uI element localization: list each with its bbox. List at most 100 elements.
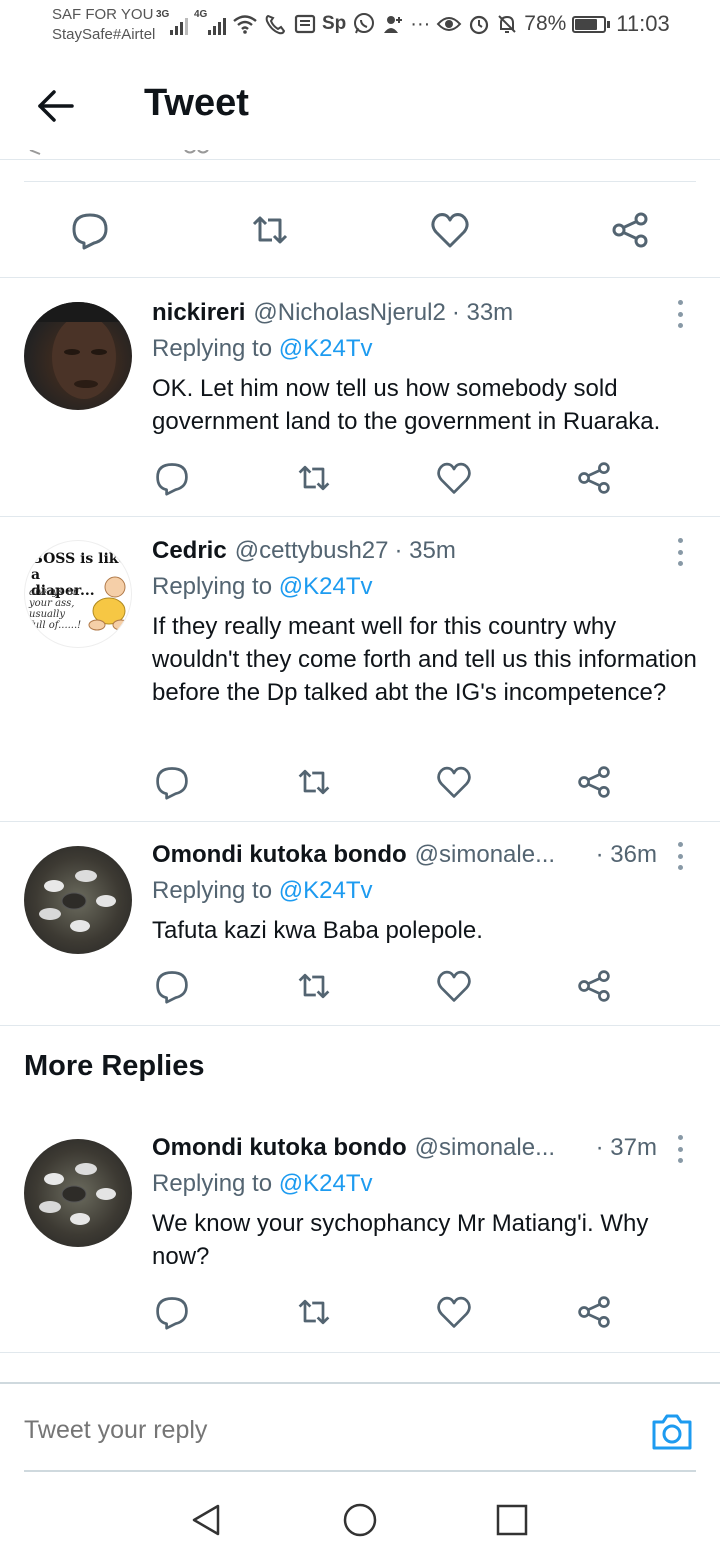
reply-button[interactable]	[150, 1290, 194, 1334]
retweet-button[interactable]	[292, 456, 336, 500]
reply-button[interactable]	[68, 208, 112, 252]
share-button[interactable]	[572, 456, 616, 500]
avatar-text: always on	[29, 587, 80, 598]
share-icon	[578, 970, 610, 1002]
tweet-4-actions	[0, 1290, 720, 1340]
display-name[interactable]: Omondi kutoka bondo	[152, 1131, 407, 1165]
share-button[interactable]	[572, 1290, 616, 1334]
divider	[0, 516, 720, 517]
like-button[interactable]	[432, 456, 476, 500]
heart-icon	[437, 766, 471, 798]
reply-input[interactable]	[24, 1416, 584, 1445]
eye-comfort-icon	[436, 17, 462, 31]
display-name[interactable]: nickireri	[152, 296, 245, 330]
birds-photo	[39, 870, 116, 932]
main-tweet-divider	[24, 181, 696, 182]
divider	[0, 821, 720, 822]
composer-underline	[24, 1470, 696, 1472]
heart-icon	[437, 1296, 471, 1328]
replying-to: Replying to @K24Tv	[152, 332, 697, 366]
user-handle[interactable]: @simonale...	[415, 838, 555, 872]
wifi-icon	[233, 15, 257, 34]
network-3g-label: 3G	[156, 9, 170, 20]
like-button[interactable]	[428, 208, 472, 252]
reply-icon	[156, 1297, 188, 1330]
avatar-text: full of......!	[29, 620, 82, 631]
replying-to-link[interactable]: @K24Tv	[279, 335, 373, 362]
main-tweet-actions	[0, 208, 720, 258]
timestamp: · 37m	[595, 1134, 657, 1161]
user-handle[interactable]: @cettybush27	[235, 534, 389, 568]
share-icon	[612, 212, 648, 248]
tweet-2-actions	[0, 760, 720, 810]
add-contact-icon	[384, 16, 403, 33]
retweet-icon	[298, 769, 330, 795]
retweet-button[interactable]	[292, 964, 336, 1008]
tweet-text: OK. Let him now tell us how somebody sol…	[152, 375, 661, 435]
replying-to-link[interactable]: @K24Tv	[279, 573, 373, 600]
retweet-icon	[252, 216, 288, 244]
carrier-line-1: SAF FOR YOU	[52, 6, 154, 23]
reply-button[interactable]	[150, 456, 194, 500]
network-4g-label: 4G	[194, 9, 208, 20]
replying-to: Replying to @K24Tv	[152, 874, 697, 908]
replying-label: Replying to	[152, 573, 273, 600]
like-button[interactable]	[432, 964, 476, 1008]
camera-icon[interactable]	[650, 1412, 694, 1452]
replying-to: Replying to @K24Tv	[152, 1167, 697, 1201]
divider	[0, 277, 720, 278]
heart-icon	[437, 462, 471, 494]
page-title: Tweet	[144, 82, 249, 124]
mute-bell-icon	[498, 15, 516, 33]
retweet-button[interactable]	[248, 208, 292, 252]
user-handle[interactable]: @simonale...	[415, 1131, 555, 1165]
tweet-text: Tafuta kazi kwa Baba polepole.	[152, 917, 483, 944]
retweet-button[interactable]	[292, 760, 336, 804]
display-name[interactable]: Cedric	[152, 534, 227, 568]
replying-to-link[interactable]: @K24Tv	[279, 1170, 373, 1197]
message-icon	[294, 14, 316, 34]
avatar-text: your ass,	[29, 598, 75, 609]
tweet-1-actions	[0, 456, 720, 506]
whatsapp-icon	[354, 13, 375, 34]
square-recents-icon[interactable]	[492, 1500, 532, 1540]
more-vertical-icon[interactable]	[676, 538, 684, 566]
share-button[interactable]	[572, 964, 616, 1008]
more-vertical-icon[interactable]	[676, 1135, 684, 1163]
tweet-content: Cedric @cettybush27 · 35m Replying to @K…	[152, 534, 697, 709]
avatar[interactable]: BOSS is like a diaper... always on your …	[24, 540, 132, 648]
triangle-back-icon[interactable]	[186, 1500, 226, 1540]
alarm-icon	[470, 15, 489, 35]
signal-3g-icon: 3G	[156, 9, 188, 35]
more-vertical-icon[interactable]	[676, 842, 684, 870]
arrow-left-icon[interactable]	[36, 86, 76, 126]
avatar[interactable]	[24, 846, 132, 954]
status-bar: SAF FOR YOU StaySafe#Airtel 3G 4G Sp ···…	[0, 0, 720, 50]
wifi-calling-icon	[265, 14, 286, 35]
circle-home-icon[interactable]	[340, 1500, 380, 1540]
user-handle[interactable]: @NicholasNjerul2	[253, 296, 445, 330]
like-button[interactable]	[432, 760, 476, 804]
replying-to: Replying to @K24Tv	[152, 570, 697, 604]
avatar-text: usually	[29, 609, 66, 620]
share-button[interactable]	[572, 760, 616, 804]
share-button[interactable]	[608, 208, 652, 252]
timestamp: · 35m	[394, 537, 456, 564]
display-name[interactable]: Omondi kutoka bondo	[152, 838, 407, 872]
like-button[interactable]	[432, 1290, 476, 1334]
reply-icon	[72, 213, 108, 250]
reply-button[interactable]	[150, 760, 194, 804]
retweet-button[interactable]	[292, 1290, 336, 1334]
more-vertical-icon[interactable]	[676, 300, 684, 328]
sp-app-icon: Sp	[322, 13, 347, 34]
avatar[interactable]	[24, 1139, 132, 1247]
share-icon	[578, 1296, 610, 1328]
share-icon	[578, 462, 610, 494]
reply-button[interactable]	[150, 964, 194, 1008]
replying-to-link[interactable]: @K24Tv	[279, 877, 373, 904]
more-notifications-icon: ···	[410, 13, 431, 35]
avatar[interactable]	[24, 302, 132, 410]
reply-composer	[0, 1382, 720, 1472]
timestamp: · 36m	[595, 841, 657, 868]
tweet-content: Omondi kutoka bondo @simonale... · 36m R…	[152, 838, 697, 947]
